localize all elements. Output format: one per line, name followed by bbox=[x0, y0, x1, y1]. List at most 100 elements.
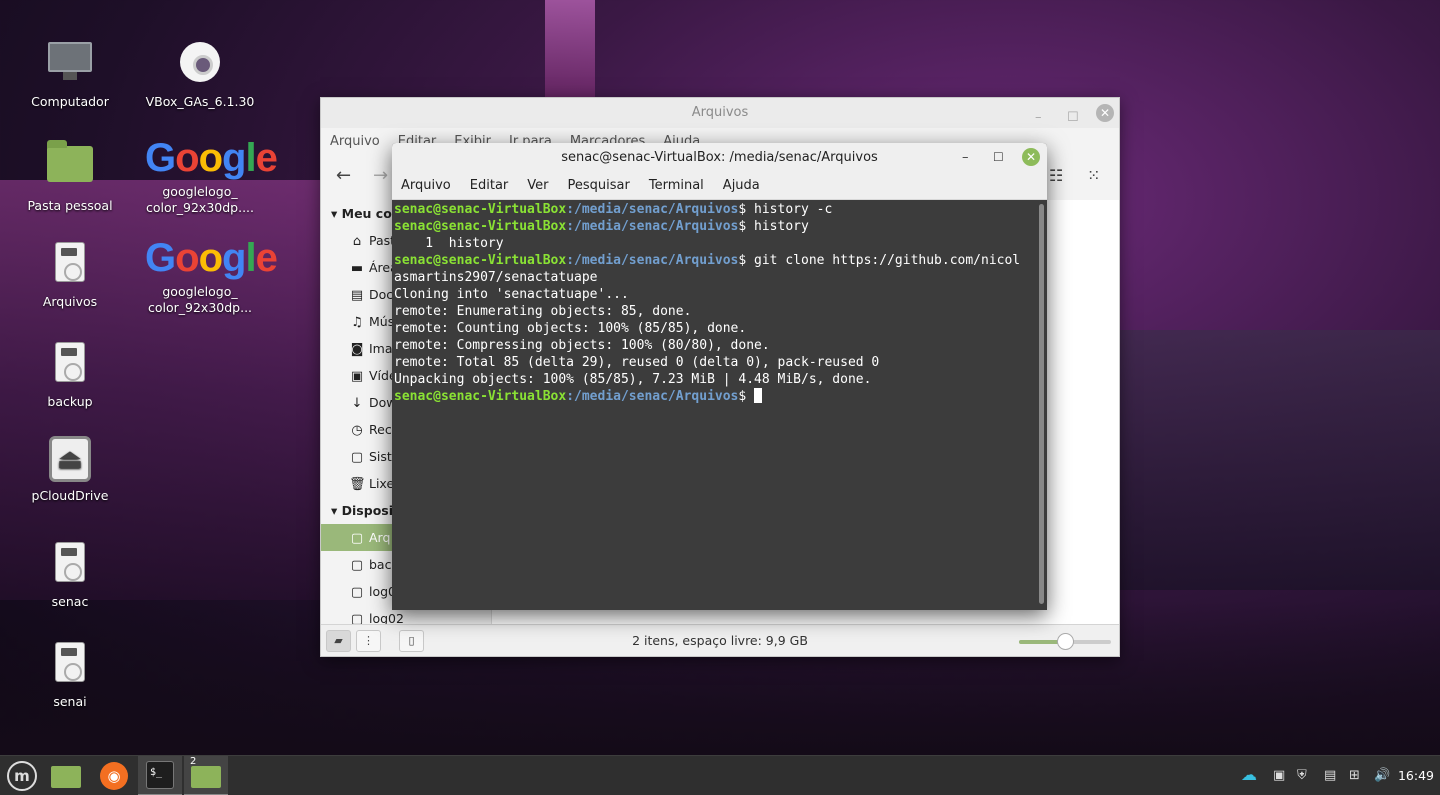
desktop-icon-vbox[interactable]: VBox_GAs_6.1.30 bbox=[145, 38, 255, 110]
minimize-icon[interactable]: – bbox=[1035, 103, 1042, 133]
menu-ver[interactable]: Ver bbox=[527, 178, 548, 193]
forward-arrow-icon[interactable]: → bbox=[373, 165, 388, 186]
prompt-path: :/media/senac/Arquivos bbox=[566, 389, 739, 404]
terminal-line: senac@senac-VirtualBox:/media/senac/Arqu… bbox=[394, 201, 1034, 218]
command-text: git clone https://github.com/nicol bbox=[754, 253, 1021, 268]
menu-button[interactable]: m bbox=[0, 756, 44, 795]
prompt-user: senac@senac-VirtualBox bbox=[394, 253, 567, 268]
cloud-sync-icon[interactable]: ☁ bbox=[1241, 765, 1257, 784]
close-icon[interactable]: ✕ bbox=[1096, 104, 1114, 122]
hide-sidebar-button[interactable]: ▯ bbox=[399, 630, 424, 652]
wallpaper-tower bbox=[545, 0, 595, 100]
document-icon: ▤ bbox=[350, 288, 364, 303]
computer-icon bbox=[48, 42, 92, 72]
terminal-line: remote: Counting objects: 100% (85/85), … bbox=[394, 321, 747, 336]
show-treeview-button[interactable]: ⋮ bbox=[356, 630, 381, 652]
terminal-line: 1 history bbox=[394, 236, 504, 251]
menu-editar[interactable]: Editar bbox=[470, 178, 509, 193]
taskbar-terminal-window[interactable]: $_ bbox=[138, 756, 182, 795]
drive-icon bbox=[55, 242, 85, 282]
desktop-icon-googlelogo-1[interactable]: Google googlelogo_ color_92x30dp.... bbox=[145, 134, 278, 216]
terminal-line: senac@senac-VirtualBox:/media/senac/Arqu… bbox=[394, 388, 1034, 405]
desktop-icon-label: senac bbox=[51, 594, 89, 609]
notes-icon[interactable]: ▤ bbox=[1324, 768, 1336, 783]
terminal-menu-bar: Arquivo Editar Ver Pesquisar Terminal Ajuda bbox=[392, 172, 1047, 200]
close-icon[interactable]: ✕ bbox=[1022, 148, 1040, 166]
trash-icon: 🗑 bbox=[349, 477, 366, 492]
menu-terminal[interactable]: Terminal bbox=[649, 178, 704, 193]
terminal-line: remote: Total 85 (delta 29), reused 0 (d… bbox=[394, 355, 880, 370]
network-icon[interactable]: ⊞ bbox=[1349, 768, 1360, 783]
show-places-button[interactable]: ▰ bbox=[326, 630, 351, 652]
terminal-line: senac@senac-VirtualBox:/media/senac/Arqu… bbox=[394, 252, 1034, 269]
desktop-icon-pclouddrive[interactable]: ⏏ pCloudDrive bbox=[15, 436, 125, 504]
desktop-icon-arquivos[interactable]: Arquivos bbox=[15, 238, 125, 310]
command-text: history bbox=[754, 219, 809, 234]
volume-icon[interactable]: 🔊 bbox=[1374, 768, 1390, 783]
menu-pesquisar[interactable]: Pesquisar bbox=[568, 178, 630, 193]
desktop-icon-senac[interactable]: senac bbox=[15, 538, 125, 610]
list-view-icon[interactable]: ☷ bbox=[1049, 166, 1063, 185]
taskbar-firefox-launcher[interactable]: ◉ bbox=[92, 756, 136, 795]
drive-icon: ▢ bbox=[350, 585, 364, 600]
status-bar: 2 itens, espaço livre: 9,9 GB ▰ ⋮ ▯ bbox=[321, 624, 1119, 656]
back-arrow-icon[interactable]: ← bbox=[336, 165, 351, 186]
zoom-slider[interactable] bbox=[1019, 633, 1111, 650]
drive-icon: ▢ bbox=[350, 531, 364, 546]
tree-icon: ⋮ bbox=[363, 634, 374, 647]
recent-icon: ◷ bbox=[351, 423, 363, 438]
menu-arquivo[interactable]: Arquivo bbox=[330, 134, 380, 149]
maximize-icon[interactable]: ☐ bbox=[993, 143, 1004, 172]
minimize-icon[interactable]: – bbox=[962, 143, 969, 172]
home-folder-icon bbox=[47, 140, 93, 182]
command-text: history -c bbox=[754, 202, 833, 217]
drive-icon: ▢ bbox=[350, 612, 364, 624]
film-icon: ▣ bbox=[350, 369, 364, 384]
file-manager-titlebar[interactable]: Arquivos – ☐ ✕ bbox=[321, 98, 1119, 128]
terminal-line: asmartins2907/senactatuape bbox=[394, 270, 598, 285]
zoom-slider-knob[interactable] bbox=[1057, 633, 1074, 650]
window-title: Arquivos bbox=[691, 105, 749, 120]
terminal-scrollbar[interactable] bbox=[1039, 204, 1044, 604]
desktop-icon-pasta-pessoal[interactable]: Pasta pessoal bbox=[15, 138, 125, 214]
clipboard-icon[interactable]: ▣ bbox=[1273, 768, 1285, 783]
download-icon: ↓ bbox=[351, 396, 363, 411]
desktop-icon: ▬ bbox=[350, 261, 364, 276]
grid-view-icon[interactable]: ⁙ bbox=[1087, 166, 1100, 185]
sidebar-toggle-icon: ▯ bbox=[408, 634, 415, 647]
prompt-sign: $ bbox=[738, 389, 755, 404]
prompt-path: :/media/senac/Arquivos bbox=[566, 253, 739, 268]
desktop-icon-senai[interactable]: senai bbox=[15, 638, 125, 710]
desktop-icon-backup[interactable]: backup bbox=[15, 338, 125, 410]
terminal-window[interactable]: senac@senac-VirtualBox: /media/senac/Arq… bbox=[392, 143, 1047, 610]
folder-icon bbox=[191, 766, 221, 788]
desktop-icon-label: pCloudDrive bbox=[31, 488, 109, 503]
folder-icon bbox=[51, 766, 81, 788]
camera-icon: ◙ bbox=[350, 342, 364, 357]
shield-update-icon[interactable]: ⛨ bbox=[1297, 768, 1307, 783]
prompt-path: :/media/senac/Arquivos bbox=[566, 219, 739, 234]
desktop-icon-googlelogo-2[interactable]: Google googlelogo_ color_92x30dp... bbox=[145, 234, 278, 316]
google-logo-image: Google bbox=[145, 236, 278, 280]
clock[interactable]: 16:49 bbox=[1398, 756, 1434, 795]
desktop-icon-computador[interactable]: Computador bbox=[15, 38, 125, 110]
terminal-line: senac@senac-VirtualBox:/media/senac/Arqu… bbox=[394, 218, 1034, 235]
terminal-output[interactable]: senac@senac-VirtualBox:/media/senac/Arqu… bbox=[394, 200, 1034, 610]
drive-icon: ▢ bbox=[350, 558, 364, 573]
google-logo-image: Google bbox=[145, 136, 278, 180]
desktop-icon-label: backup bbox=[47, 394, 93, 409]
taskbar-files-window[interactable]: 2 bbox=[184, 756, 228, 795]
maximize-icon[interactable]: ☐ bbox=[1067, 103, 1079, 133]
terminal-line: Unpacking objects: 100% (85/85), 7.23 Mi… bbox=[394, 372, 872, 387]
taskbar-files-launcher[interactable] bbox=[44, 756, 88, 795]
prompt-sign: $ bbox=[738, 253, 755, 268]
optical-disc-icon bbox=[180, 42, 220, 82]
drive-icon bbox=[55, 642, 85, 682]
prompt-user: senac@senac-VirtualBox bbox=[394, 219, 567, 234]
menu-ajuda[interactable]: Ajuda bbox=[723, 178, 760, 193]
terminal-line: remote: Compressing objects: 100% (80/80… bbox=[394, 338, 770, 353]
terminal-titlebar[interactable]: senac@senac-VirtualBox: /media/senac/Arq… bbox=[392, 143, 1047, 172]
folder-icon: ▰ bbox=[334, 634, 343, 647]
terminal-icon: $_ bbox=[146, 761, 174, 789]
menu-arquivo[interactable]: Arquivo bbox=[401, 178, 451, 193]
